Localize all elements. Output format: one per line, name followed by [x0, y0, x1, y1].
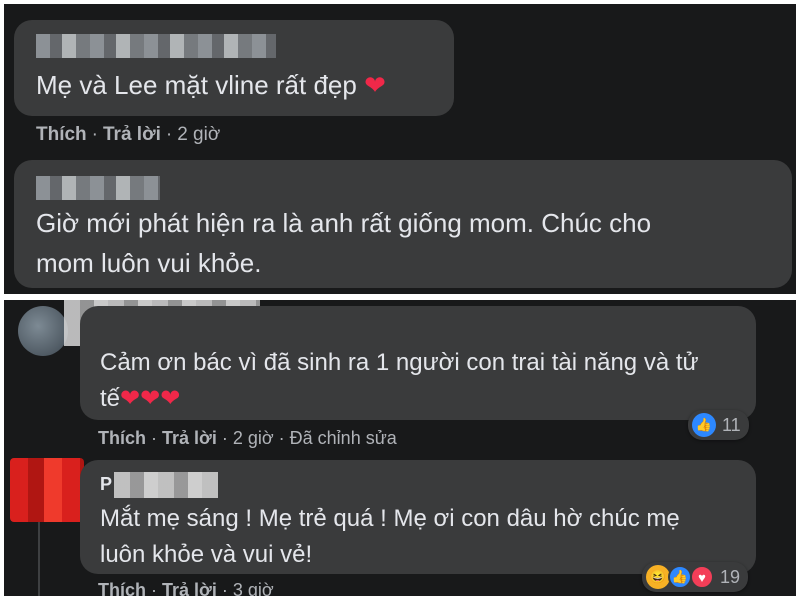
blurred-name: [36, 34, 276, 58]
comment-text: Mẹ và Lee mặt vline rất đẹp ❤: [36, 70, 386, 100]
comment-text-line: tế❤❤❤: [100, 385, 181, 412]
avatar[interactable]: [18, 306, 68, 356]
commenter-initial[interactable]: P: [100, 474, 112, 495]
comment-actions: Thích · Trả lời · 2 giờ · Đã chỉnh sửa: [98, 428, 397, 448]
reply-link[interactable]: Trả lời: [162, 580, 217, 596]
comment-actions: Thích · Trả lời · 3 giờ: [98, 580, 274, 596]
reaction-summary[interactable]: 👍 11: [688, 410, 749, 440]
comment-text-line: mom luôn vui khỏe.: [36, 248, 262, 278]
blurred-name: [36, 176, 160, 200]
comment-bubble: Mẹ và Lee mặt vline rất đẹp ❤: [14, 20, 454, 116]
like-link[interactable]: Thích: [36, 124, 87, 145]
timestamp[interactable]: 2 giờ: [177, 124, 220, 145]
comment-bubble: Giờ mới phát hiện ra là anh rất giống mo…: [14, 160, 792, 288]
reaction-summary[interactable]: 😆 👍 ♥ 19: [642, 562, 749, 592]
thread-line: [38, 520, 40, 596]
timestamp[interactable]: 2 giờ: [233, 428, 274, 448]
haha-icon: 😆: [646, 565, 670, 589]
bottom-comment-panel: Cảm ơn bác vì đã sinh ra 1 người con tra…: [4, 300, 796, 596]
comment-actions: Thích · Trả lời · 2 giờ: [36, 124, 221, 145]
top-comment-panel: Mẹ và Lee mặt vline rất đẹp ❤ Thích · Trả …: [4, 4, 796, 294]
comment-bubble: Cảm ơn bác vì đã sinh ra 1 người con tra…: [80, 306, 756, 420]
like-link[interactable]: Thích: [98, 428, 146, 448]
comment-text-line: Mắt mẹ sáng ! Mẹ trẻ quá ! Mẹ ơi con dâu…: [100, 505, 680, 532]
heart-emoji: ❤: [364, 70, 386, 100]
reply-link[interactable]: Trả lời: [162, 428, 217, 448]
timestamp[interactable]: 3 giờ: [233, 580, 274, 596]
like-link[interactable]: Thích: [98, 580, 146, 596]
comment-text-line: Giờ mới phát hiện ra là anh rất giống mo…: [36, 208, 652, 238]
comment-text-line: luôn khỏe và vui vẻ!: [100, 541, 313, 568]
like-icon: 👍: [668, 565, 692, 589]
reply-link[interactable]: Trả lời: [103, 124, 161, 145]
like-icon: 👍: [692, 413, 716, 437]
blurred-name: [114, 472, 218, 498]
reaction-count: 19: [720, 566, 741, 587]
love-icon: ♥: [690, 565, 714, 589]
comment-text-line: Cảm ơn bác vì đã sinh ra 1 người con tra…: [100, 349, 699, 376]
edited-label[interactable]: Đã chỉnh sửa: [290, 428, 397, 448]
heart-emoji: ❤❤❤: [120, 385, 181, 412]
comment-bubble: P Mắt mẹ sáng ! Mẹ trẻ quá ! Mẹ ơi con d…: [80, 460, 756, 574]
reaction-count: 11: [722, 414, 741, 435]
avatar[interactable]: [10, 458, 84, 522]
